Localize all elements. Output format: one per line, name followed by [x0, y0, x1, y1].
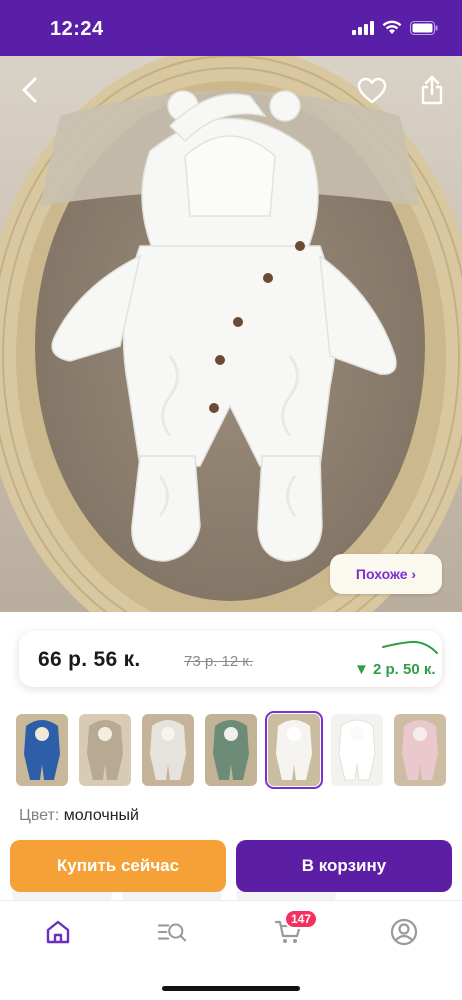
battery-icon — [410, 20, 438, 35]
old-price: 73 р. 12 к. — [184, 653, 254, 670]
thumbnail-variant-selected[interactable] — [265, 711, 323, 789]
status-icons — [352, 20, 438, 35]
thumbnail-variant[interactable] — [331, 714, 383, 786]
current-price: 66 р. 56 к. — [38, 648, 141, 671]
color-variant-thumbnails — [16, 711, 446, 789]
price-drop: ▼ 2 р. 50 к. — [354, 661, 436, 678]
thumbnail-variant[interactable] — [79, 714, 131, 786]
color-row: Цвет: молочный — [19, 807, 139, 825]
similar-products-button[interactable]: Похоже › — [330, 554, 442, 594]
product-image[interactable]: Похоже › — [0, 56, 462, 612]
buy-now-button[interactable]: Купить сейчас — [10, 840, 226, 892]
cart-count-badge: 147 — [284, 909, 319, 929]
bottom-navigation — [0, 900, 462, 1000]
nav-profile[interactable] — [389, 917, 419, 947]
wifi-icon — [382, 20, 402, 34]
status-bar: 12:24 — [0, 0, 462, 56]
heart-icon — [357, 77, 387, 103]
color-label: Цвет: — [19, 807, 60, 824]
cellular-signal-icon — [352, 20, 374, 35]
catalog-search-icon — [157, 923, 187, 942]
home-indicator — [162, 986, 300, 991]
thumbnail-variant[interactable] — [16, 714, 68, 786]
share-icon — [421, 75, 443, 105]
color-value: молочный — [63, 807, 139, 824]
thumbnail-variant[interactable] — [394, 714, 446, 786]
product-photo — [0, 56, 462, 612]
thumbnail-variant[interactable] — [205, 714, 257, 786]
back-button[interactable] — [10, 70, 50, 110]
profile-icon — [390, 918, 418, 946]
nav-catalog[interactable] — [157, 917, 187, 947]
nav-home[interactable] — [43, 917, 73, 947]
favorite-button[interactable] — [352, 70, 392, 110]
price-trend-line — [382, 640, 438, 654]
status-time: 12:24 — [50, 18, 104, 40]
thumbnail-variant[interactable] — [142, 714, 194, 786]
home-icon — [46, 920, 70, 944]
add-to-cart-button[interactable]: В корзину — [236, 840, 452, 892]
share-button[interactable] — [412, 70, 452, 110]
price-card: 66 р. 56 к. 73 р. 12 к. ▼ 2 р. 50 к. — [19, 631, 442, 687]
back-arrow-icon — [22, 77, 37, 103]
